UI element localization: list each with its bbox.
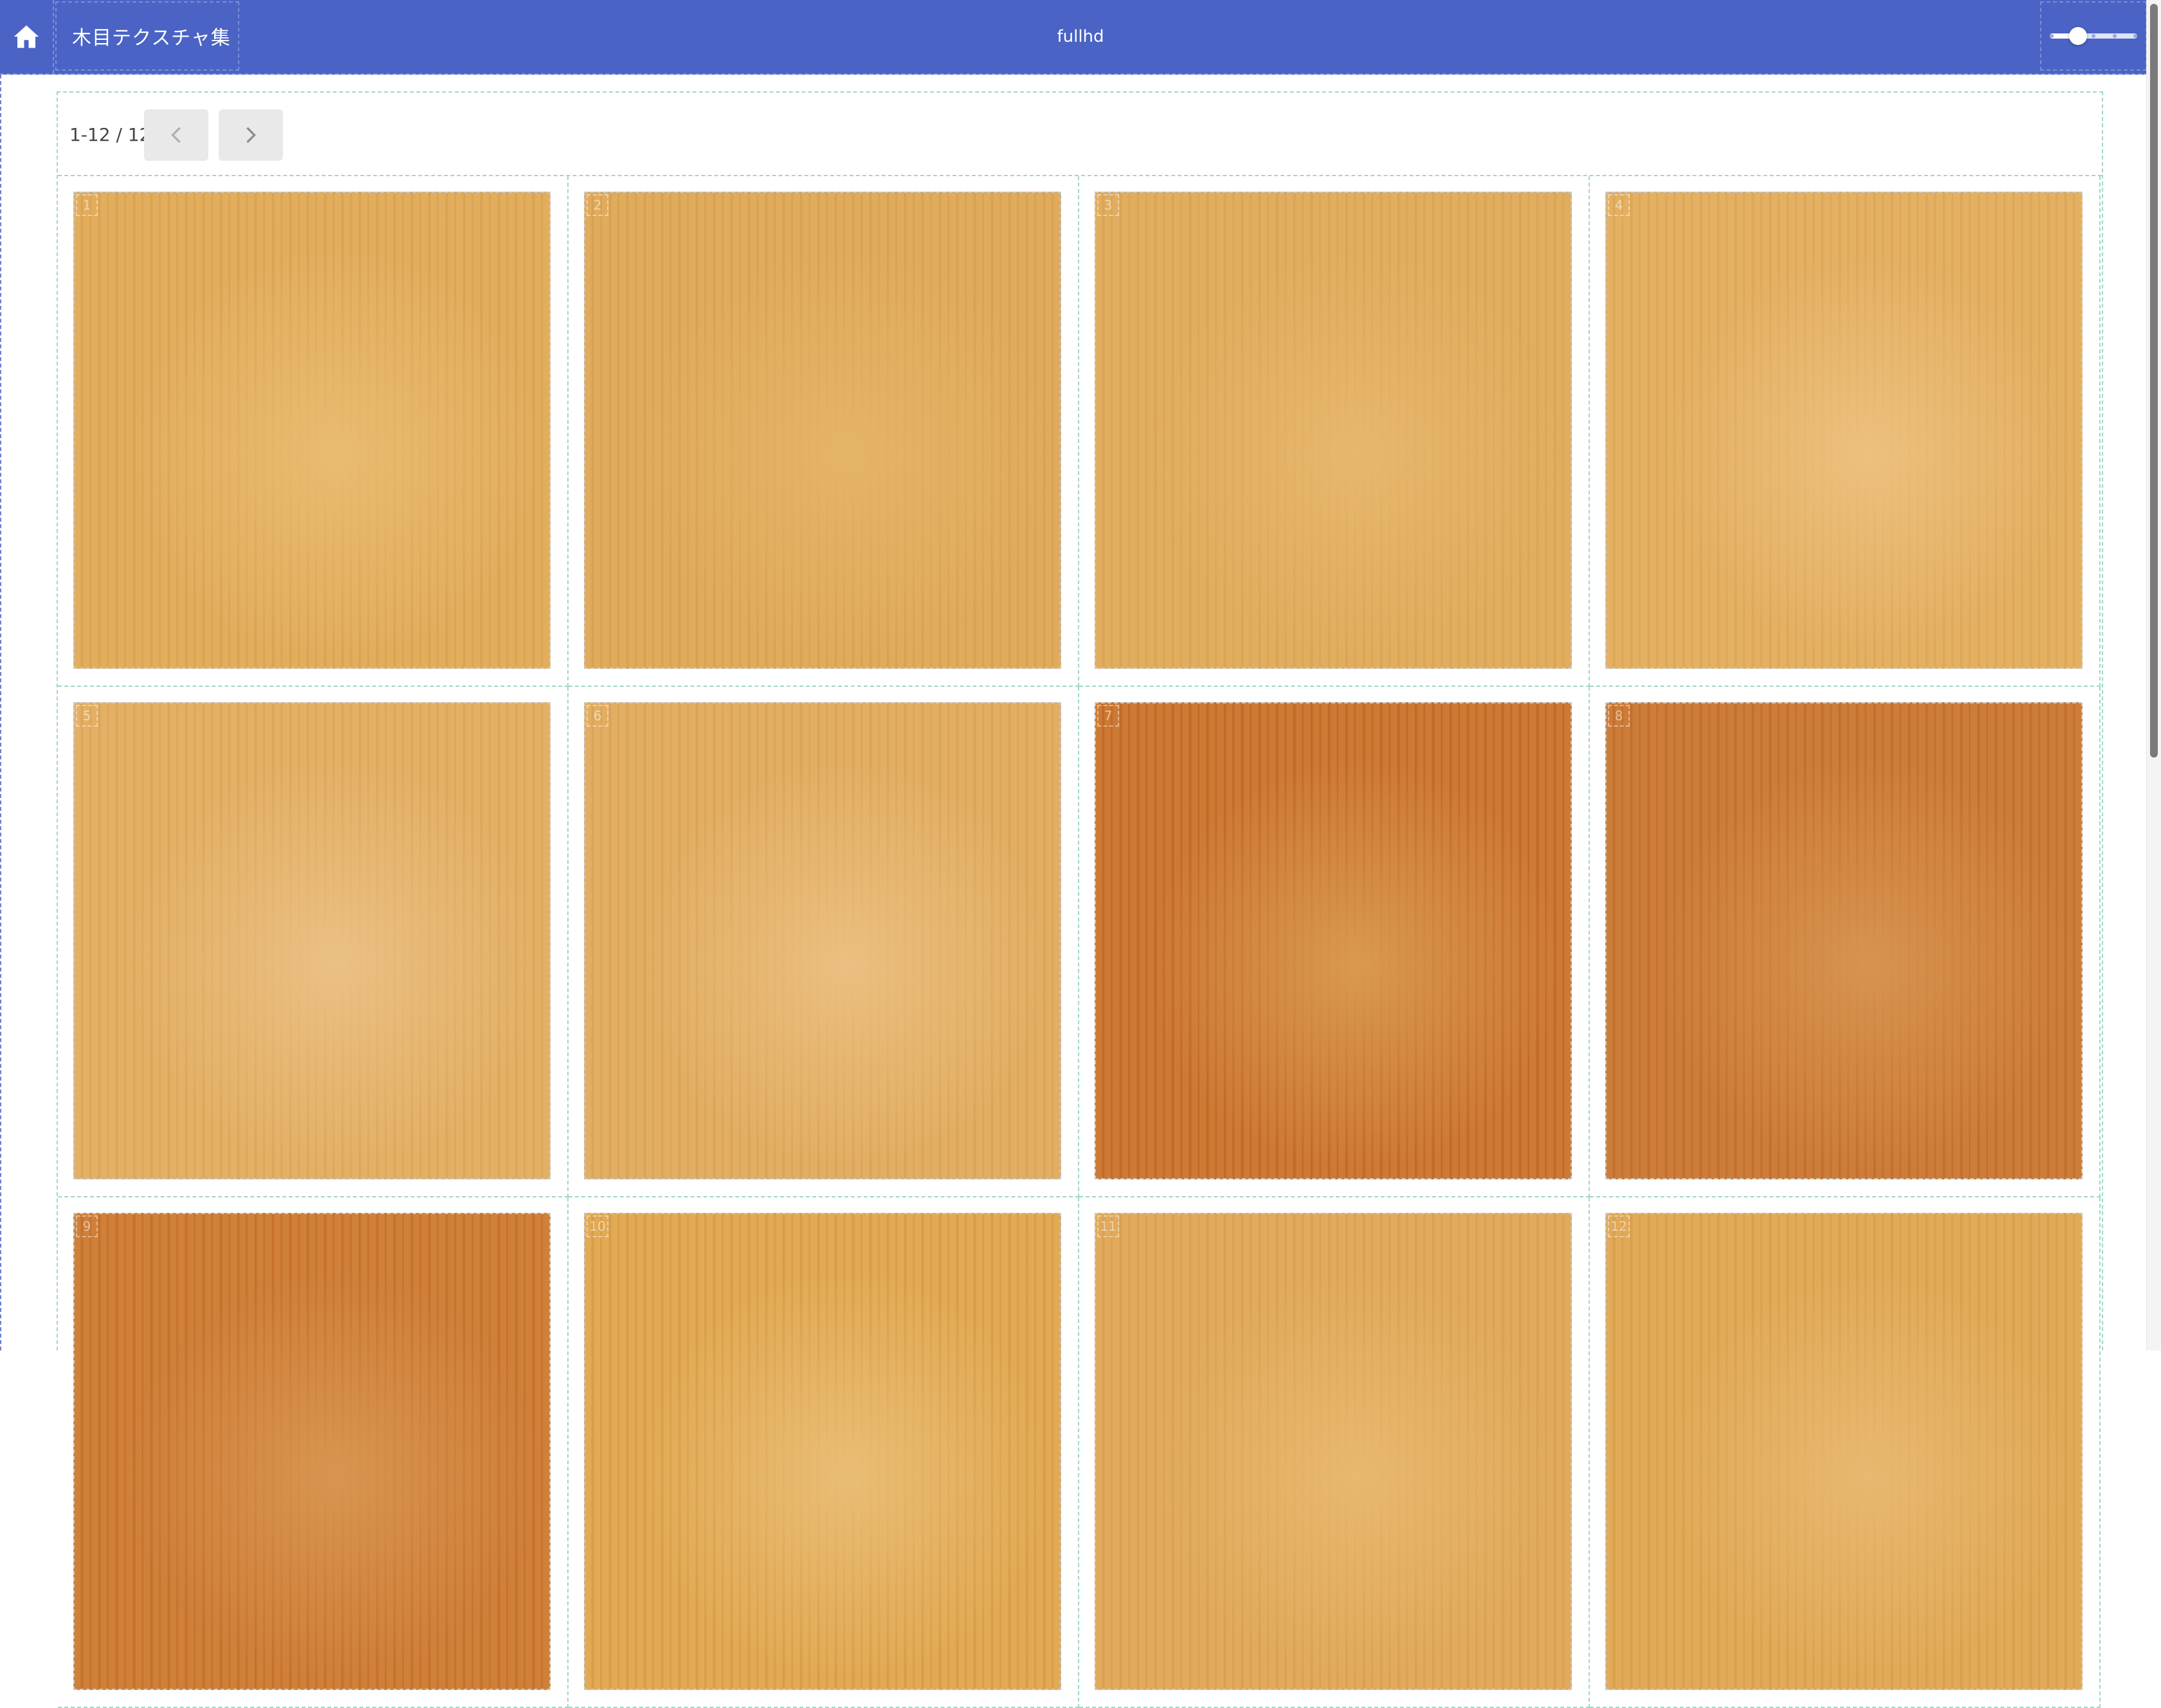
wood-texture-tile[interactable]: 10 <box>584 1213 1061 1690</box>
slider-step-mark <box>2092 34 2095 38</box>
texture-cell: 12 <box>1590 1197 2101 1708</box>
home-button[interactable] <box>0 0 54 73</box>
tile-index-badge: 4 <box>1608 194 1630 216</box>
tile-index-badge: 7 <box>1097 705 1119 727</box>
wood-texture-tile[interactable]: 6 <box>584 702 1061 1179</box>
texture-cell: 6 <box>569 687 1079 1197</box>
wood-texture-tile[interactable]: 1 <box>73 192 551 669</box>
scrollbar-thumb[interactable] <box>2150 4 2158 758</box>
pagination-bar: 1-12 / 12 <box>58 93 2102 176</box>
tile-index-badge: 9 <box>76 1215 98 1237</box>
tile-index-badge: 2 <box>587 194 608 216</box>
slider-step-mark <box>2133 34 2137 38</box>
wood-texture-tile[interactable]: 8 <box>1605 702 2083 1179</box>
texture-cell: 1 <box>58 176 569 687</box>
tile-index-badge: 11 <box>1097 1215 1119 1237</box>
slider-step-mark <box>2050 34 2054 38</box>
texture-cell: 9 <box>58 1197 569 1708</box>
tile-index-badge: 8 <box>1608 705 1630 727</box>
texture-cell: 10 <box>569 1197 1079 1708</box>
chevron-right-icon <box>246 127 256 143</box>
tile-index-badge: 3 <box>1097 194 1119 216</box>
tile-index-badge: 12 <box>1608 1215 1630 1237</box>
next-page-button[interactable] <box>219 109 283 161</box>
wood-texture-tile[interactable]: 9 <box>73 1213 551 1690</box>
size-slider[interactable] <box>2050 27 2137 45</box>
size-slider-thumb[interactable] <box>2068 27 2087 45</box>
gallery-container: 1-12 / 12 1 2 3 4 5 6 7 8 9 10 11 12 <box>57 91 2103 1708</box>
texture-cell: 4 <box>1590 176 2101 687</box>
texture-cell: 8 <box>1590 687 2101 1197</box>
tile-index-badge: 6 <box>587 705 608 727</box>
texture-cell: 5 <box>58 687 569 1197</box>
app-title[interactable]: 木目テクスチャ集 <box>55 1 239 71</box>
resolution-label: fullhd <box>1057 27 1104 46</box>
wood-texture-tile[interactable]: 11 <box>1095 1213 1572 1690</box>
texture-cell: 7 <box>1079 687 1590 1197</box>
wood-texture-tile[interactable]: 12 <box>1605 1213 2083 1690</box>
tile-index-badge: 5 <box>76 705 98 727</box>
page-scrollbar[interactable] <box>2146 0 2161 1350</box>
slider-step-mark <box>2112 34 2117 38</box>
pagination-range: 1-12 / 12 <box>69 123 151 145</box>
texture-cell: 11 <box>1079 1197 1590 1708</box>
wood-texture-tile[interactable]: 2 <box>584 192 1061 669</box>
home-icon <box>14 25 39 48</box>
wood-texture-tile[interactable]: 7 <box>1095 702 1572 1179</box>
size-slider-container <box>2040 1 2147 71</box>
wood-texture-tile[interactable]: 4 <box>1605 192 2083 669</box>
prev-page-button[interactable] <box>144 109 208 161</box>
chevron-left-icon <box>171 127 181 143</box>
app-header: 木目テクスチャ集 fullhd <box>0 0 2161 75</box>
wood-texture-tile[interactable]: 3 <box>1095 192 1572 669</box>
tile-index-badge: 1 <box>76 194 98 216</box>
texture-cell: 2 <box>569 176 1079 687</box>
wood-texture-tile[interactable]: 5 <box>73 702 551 1179</box>
texture-cell: 3 <box>1079 176 1590 687</box>
tile-index-badge: 10 <box>587 1215 608 1237</box>
